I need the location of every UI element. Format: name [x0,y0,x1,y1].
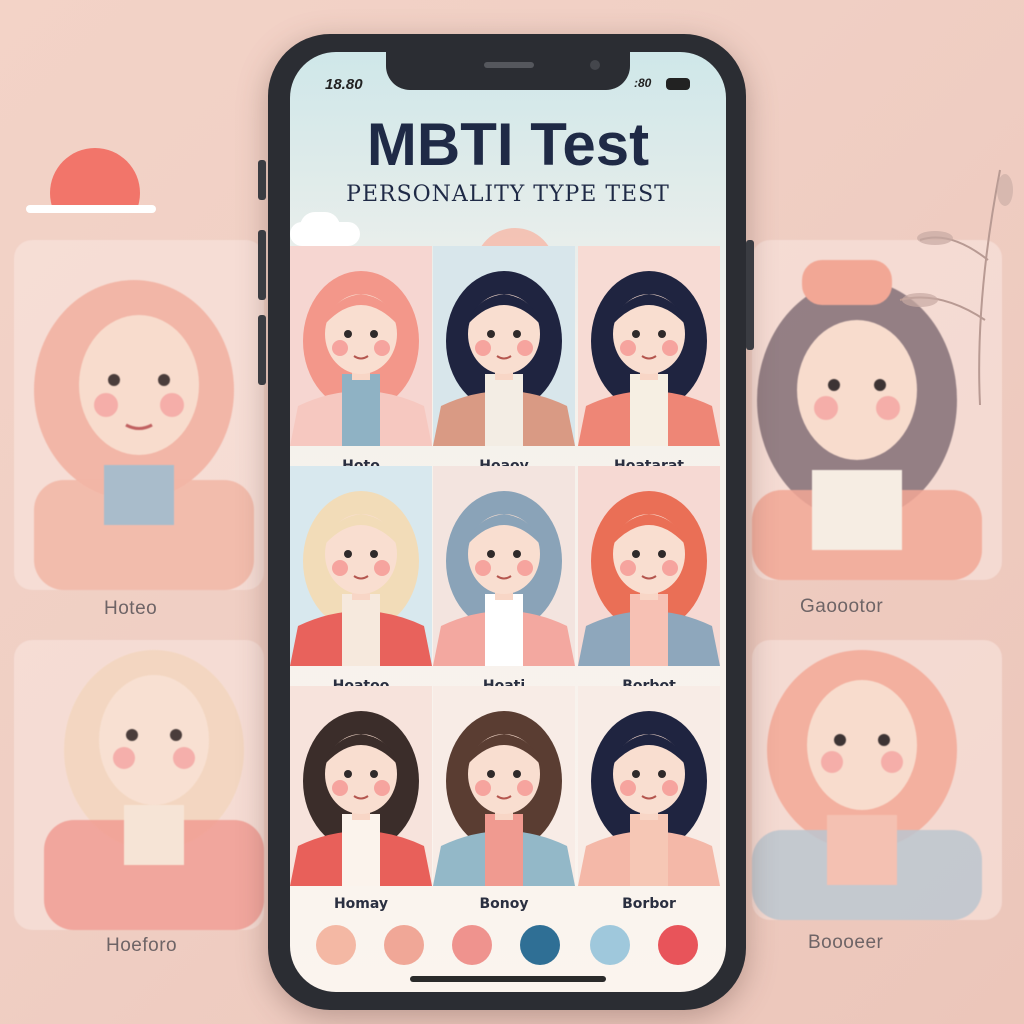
personality-card[interactable] [290,466,432,666]
phone-power-button [746,240,754,350]
status-indicator: :80 [634,76,652,90]
portrait-illustration [290,466,432,666]
portrait-illustration [578,686,720,886]
portrait-illustration [290,246,432,446]
background-label-right-top: Gaoootor [800,596,884,617]
personality-card[interactable] [290,686,432,886]
personality-card[interactable] [578,466,720,666]
phone-volume-down-button [258,315,266,385]
color-swatch[interactable] [452,925,492,965]
background-label-left-top: Hoteo [104,598,158,619]
personality-card[interactable] [290,246,432,446]
personality-card[interactable] [433,246,575,446]
personality-card-label: Bonoy [479,896,529,912]
color-swatch[interactable] [590,925,630,965]
personality-card-label: Borbor [622,896,676,912]
background-label-right-bottom: Boooeer [808,932,884,953]
portrait-illustration [578,466,720,666]
background-sun-icon [50,148,140,206]
portrait-illustration [433,246,575,446]
home-indicator[interactable] [410,976,606,982]
portrait-illustration [433,686,575,886]
portrait-illustration [578,246,720,446]
camera-icon [590,60,600,70]
background-card-left-top [14,240,264,590]
background-sun-base [26,205,156,213]
background-portrait-right-bottom [752,650,982,920]
status-time: 18.80 [325,76,363,93]
portrait-illustration [290,686,432,886]
personality-card-label: Homay [333,896,389,912]
background-card-left-bottom [14,640,264,930]
decorative-branch-icon [899,169,1013,406]
background-portrait-left-top [34,280,254,590]
cloud-icon-part [300,212,340,242]
background-card-right-bottom [752,640,1002,920]
phone-side-button [258,160,266,200]
page-subtitle: PERSONALITY TYPE TEST [346,182,670,207]
page-title: MBTI Test [366,111,650,178]
phone-volume-up-button [258,230,266,300]
personality-card[interactable] [578,686,720,886]
personality-card[interactable] [433,466,575,666]
phone-notch [386,52,630,90]
speaker-icon [484,62,534,68]
color-swatch[interactable] [658,925,698,965]
personality-card[interactable] [578,246,720,446]
personality-card[interactable] [433,686,575,886]
portrait-illustration [433,466,575,666]
background-label-left-bottom: Hoeforo [106,935,178,956]
color-swatch[interactable] [316,925,356,965]
background-portrait-left-bottom [44,650,264,930]
color-swatch[interactable] [384,925,424,965]
battery-icon [666,78,690,90]
color-swatch[interactable] [520,925,560,965]
